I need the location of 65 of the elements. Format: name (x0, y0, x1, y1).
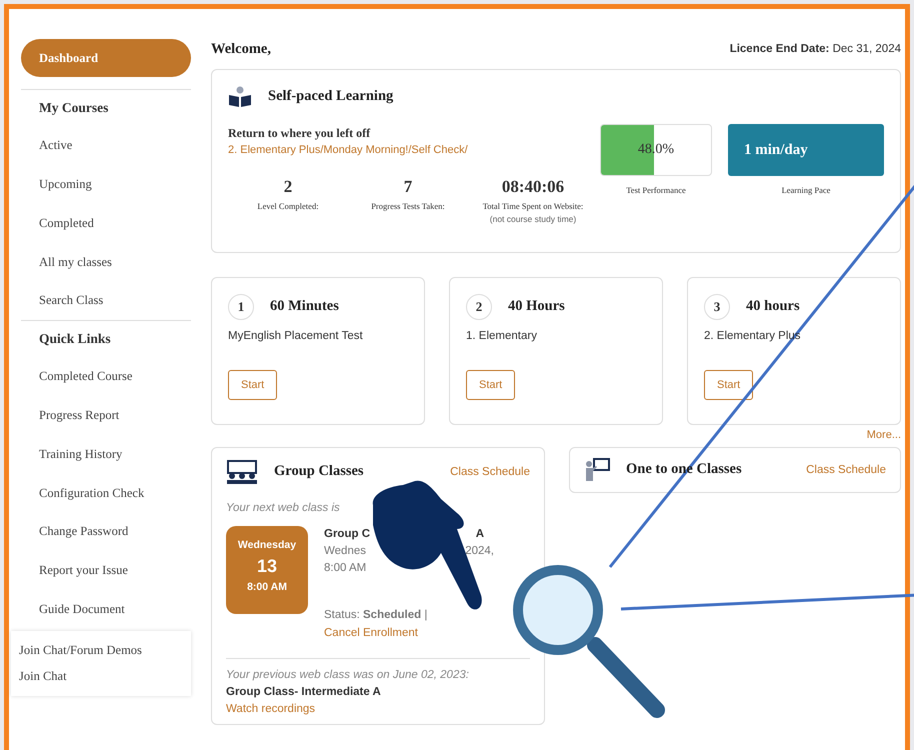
dashboard-button[interactable]: Dashboard (21, 39, 191, 77)
card-title: Group Classes (274, 462, 365, 482)
sidebar-item[interactable]: Training History (21, 434, 191, 474)
next-class-intro: Your next web class is (226, 501, 341, 516)
sidebar-item[interactable]: Change Password (21, 512, 191, 551)
start-button[interactable]: Start (704, 370, 754, 400)
class-date: Wednes (324, 544, 366, 559)
book-reader-icon (228, 86, 252, 108)
status-text: Status: Scheduled | Cancel Enrollment (324, 607, 494, 642)
sidebar-heading: Quick Links (21, 320, 191, 358)
sidebar-item[interactable]: Completed (21, 204, 191, 242)
sidebar-item[interactable]: Active (21, 126, 191, 165)
previous-class-intro: Your previous web class was on June 02, 2023: (226, 668, 470, 683)
badge-time: 8:00 AM (246, 580, 288, 596)
start-button[interactable]: Start (466, 370, 516, 400)
badge-date: 13 (256, 555, 278, 578)
sidebar-heading: My Courses (21, 89, 191, 126)
course-duration: 60 Minutes (270, 296, 339, 316)
classroom-icon (226, 460, 258, 484)
sidebar-item[interactable]: Search Class (21, 281, 191, 320)
stat-value: 7 (402, 176, 414, 198)
sidebar-item[interactable]: Progress Report (21, 396, 191, 435)
meter-label: Test Performance (625, 184, 687, 196)
class-schedule-link[interactable]: Class Schedule (806, 462, 886, 479)
learning-pace-tile: 1 min/day (728, 124, 884, 176)
stat-value: 08:40:06 (500, 176, 566, 198)
meter-label: Learning Pace (780, 184, 832, 196)
card-title: Self-paced Learning (268, 86, 394, 106)
magnifier-icon (513, 565, 665, 718)
resume-heading: Return to where you left off (228, 124, 372, 142)
sidebar-item[interactable]: Report your Issue (21, 551, 191, 590)
recordings-link[interactable]: Watch recordings (226, 703, 316, 716)
start-button[interactable]: Start (228, 370, 278, 400)
badge-day: Wednesday (226, 538, 308, 554)
sidebar-item[interactable]: Completed Course (21, 357, 191, 396)
class-title: Group C (324, 526, 370, 542)
sidebar-item[interactable]: All my classes (21, 242, 191, 282)
stat-value: 2 (282, 176, 294, 198)
sidebar-item[interactable]: Guide Document (21, 590, 191, 628)
licence-date: Licence End Date: Dec 31, 2024 (730, 42, 901, 58)
class-date: 2024, (465, 544, 494, 559)
more-link[interactable]: More... (866, 428, 901, 441)
sidebar-item[interactable]: Upcoming (21, 165, 191, 204)
welcome-text: Welcome, (211, 40, 271, 59)
course-name: 1. Elementary (466, 328, 538, 344)
menu-item[interactable]: Join Chat (19, 663, 183, 690)
cancel-link[interactable]: Cancel Enrollment (324, 624, 494, 642)
menu-item[interactable]: Join Chat/Forum Demos (19, 636, 183, 664)
stat-label: Total Time Spent on Website: (482, 200, 584, 212)
course-name: MyEnglish Placement Test (228, 328, 364, 344)
step-number: 2 (466, 294, 492, 320)
presenter-icon (584, 458, 610, 482)
step-number: 1 (228, 294, 254, 320)
sidebar-item[interactable]: Configuration Check (21, 474, 191, 512)
class-time: 8:00 AM (324, 561, 368, 576)
stat-note: (not course study time) (488, 212, 578, 226)
course-duration: 40 hours (746, 296, 800, 316)
step-number: 3 (704, 294, 730, 320)
stat-label: Progress Tests Taken: (370, 200, 446, 212)
stat-label: Level Completed: (256, 200, 320, 212)
class-title: A (476, 526, 484, 542)
resume-link[interactable]: 2. Elementary Plus/Monday Morning!/Self Check/ (228, 142, 600, 158)
course-duration: 40 Hours (508, 296, 565, 316)
previous-class-title: Group Class- Intermediate A (226, 685, 382, 700)
class-schedule-link[interactable]: Class Schedule (450, 464, 530, 481)
